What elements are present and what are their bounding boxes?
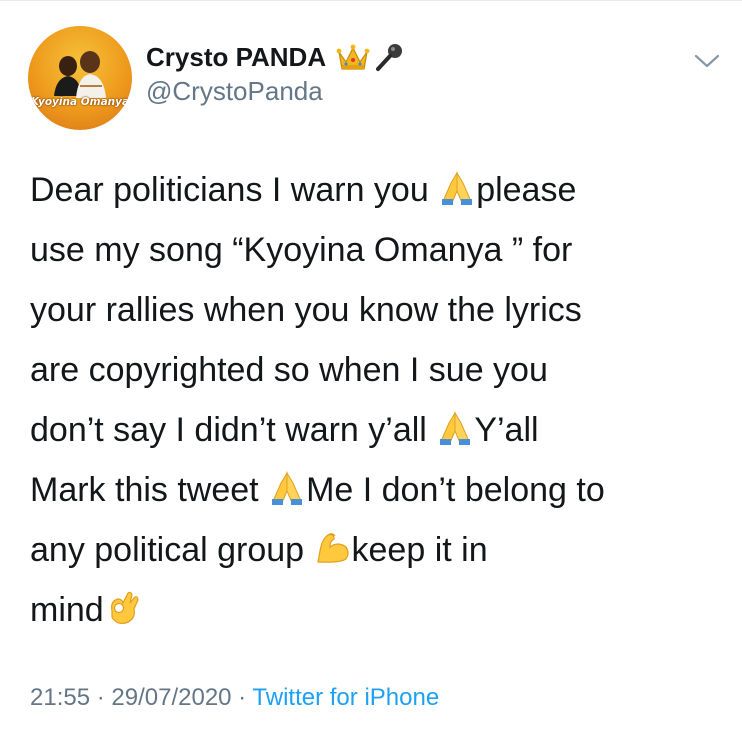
- text-segment: don’t say I didn’t warn y’all: [30, 411, 437, 449]
- flexed-biceps-emoji: [316, 533, 349, 563]
- tweet-line: mind: [30, 580, 720, 640]
- microphone-emoji: [376, 44, 403, 71]
- tweet-source-link[interactable]: Twitter for iPhone: [252, 684, 439, 711]
- text-segment: Me I don’t belong to: [306, 471, 605, 509]
- tweet-text: Dear politicians I warn you please use m…: [30, 160, 720, 640]
- text-segment: Y’all: [474, 411, 539, 449]
- folded-hands-emoji: [442, 171, 473, 205]
- folded-hands-emoji: [440, 411, 471, 445]
- tweet-line: Mark this tweet Me I don’t belong to: [30, 460, 720, 520]
- divider: [0, 0, 742, 1]
- chevron-down-icon[interactable]: [692, 50, 722, 72]
- author-handle[interactable]: @CrystoPanda: [146, 76, 323, 107]
- display-name[interactable]: Crysto PANDA: [146, 42, 326, 73]
- text-segment: keep it in: [351, 531, 488, 569]
- tweet-time[interactable]: 21:55: [30, 684, 90, 711]
- text-segment: mind: [30, 591, 104, 629]
- meta-separator: ·: [90, 684, 112, 711]
- tweet-date[interactable]: 29/07/2020: [111, 684, 231, 711]
- avatar[interactable]: Kyoyina Omanya: [28, 26, 132, 130]
- tweet-line: are copyrighted so when I sue you: [30, 351, 548, 389]
- text-segment: Mark this tweet: [30, 471, 269, 509]
- tweet-line: Dear politicians I warn you please: [30, 160, 720, 220]
- meta-separator: ·: [231, 684, 253, 711]
- tweet-card: Kyoyina Omanya Crysto PANDA @CrystoPanda: [0, 0, 742, 742]
- ok-hand-emoji: [110, 591, 139, 624]
- text-segment: any political group: [30, 531, 314, 569]
- tweet-line: don’t say I didn’t warn y’all Y’all: [30, 400, 720, 460]
- author-name-row: Crysto PANDA: [146, 40, 404, 74]
- crown-emoji: [336, 44, 370, 70]
- tweet-line: your rallies when you know the lyrics: [30, 291, 582, 329]
- folded-hands-emoji: [272, 471, 303, 505]
- avatar-artwork: [54, 51, 106, 98]
- tweet-line: any political group keep it in: [30, 520, 720, 580]
- tweet-meta: 21:55 · 29/07/2020 · Twitter for iPhone: [30, 684, 439, 712]
- tweet-line: use my song “Kyoyina Omanya ” for: [30, 231, 573, 269]
- avatar-caption: Kyoyina Omanya: [30, 96, 130, 108]
- text-segment: please: [476, 171, 577, 209]
- text-segment: Dear politicians I warn you: [30, 171, 439, 209]
